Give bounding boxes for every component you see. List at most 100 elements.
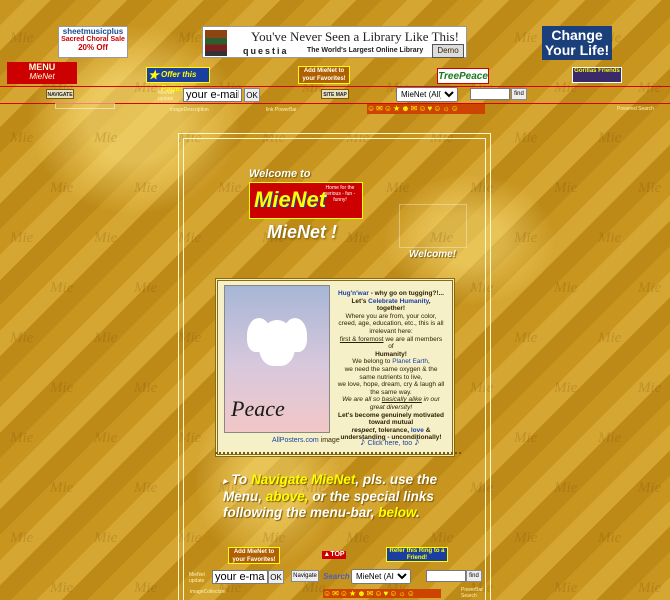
background-watermark: Mie xyxy=(554,380,578,396)
background-watermark: Mie xyxy=(50,280,74,296)
bottom-find-button[interactable]: find xyxy=(466,570,482,582)
bottom-site-select[interactable]: MieNet (All) xyxy=(351,569,411,584)
questia-ad[interactable]: You've Never Seen a Library Like This! q… xyxy=(202,26,467,58)
bottom-fine-print-powerbar[interactable]: PowerBar Search xyxy=(461,587,489,599)
add-favorites-badge[interactable]: Add MieNet to your Favorites! xyxy=(298,66,350,84)
bottom-search-input[interactable] xyxy=(426,570,466,582)
logo-text: MieNet xyxy=(254,187,327,212)
planet-earth-link[interactable]: Planet Earth xyxy=(392,358,428,365)
bottom-add-favorites-badge[interactable]: Add MieNet to your Favorites! xyxy=(228,547,280,564)
allposters-link[interactable]: AllPosters.com xyxy=(272,437,319,444)
menu-logo-button[interactable]: MENU MieNet xyxy=(7,62,77,84)
navigate-button[interactable]: NAVIGATE xyxy=(46,89,74,99)
background-watermark: Mie xyxy=(10,30,34,46)
sheetmusic-line1: Sacred Choral Sale xyxy=(61,36,125,43)
background-watermark: Mie xyxy=(94,330,118,346)
para3: we love, hope, dream, cry & laugh all th… xyxy=(337,381,445,396)
background-watermark: Mie xyxy=(50,580,74,596)
gorilla-friends-badge[interactable]: Gorillas Friends xyxy=(572,67,622,83)
toolbar-top-rule xyxy=(0,86,670,87)
treepeace-badge[interactable]: TreePeace xyxy=(437,68,489,84)
change-line2: Your Life! xyxy=(544,42,610,58)
celebrate-link[interactable]: Celebrate Humanity xyxy=(368,298,429,305)
peace-message: Hug'n'war - why go on tugging?!... Let's… xyxy=(337,290,445,442)
search-input[interactable] xyxy=(470,88,510,100)
refer-ring-badge[interactable]: Refer this Ring to a Friend! xyxy=(386,547,448,562)
bottom-email-input[interactable] xyxy=(212,570,268,584)
background-watermark: Mie xyxy=(514,430,538,446)
para1b: we are all members of xyxy=(385,335,443,351)
image-credit: AllPosters.com image xyxy=(272,437,340,444)
background-watermark: Mie xyxy=(638,480,662,496)
change-your-life-ad[interactable]: Change Your Life! xyxy=(542,26,612,60)
questia-books-icon xyxy=(205,30,227,56)
bottom-emoji-strip[interactable]: ☺✉☺★☻✉☺♥☺☼☺ xyxy=(323,589,441,598)
tolerance-text: tolerance xyxy=(378,426,408,434)
offer-page-badge[interactable]: ★ Offer this Page! xyxy=(146,67,210,93)
toolbar-thin-box xyxy=(55,103,115,109)
first-foremost-link[interactable]: first & foremost xyxy=(340,336,384,343)
welcome-right-text: Welcome! xyxy=(409,249,457,260)
find-button[interactable]: find xyxy=(511,88,527,100)
bottom-fine-print-collection[interactable]: imageCollection xyxy=(190,589,226,595)
respect-text: respect xyxy=(351,426,375,434)
background-watermark: Mie xyxy=(134,580,158,596)
treepeace-label: TreePeace xyxy=(438,71,488,82)
navigate-message: ▸ To Navigate MieNet, pls. use the Menu,… xyxy=(223,472,453,521)
card-dotted-rule xyxy=(215,452,461,454)
page-title: MieNet ! xyxy=(267,222,338,242)
top-button[interactable]: ▲TOP xyxy=(322,551,346,559)
background-watermark: Mie xyxy=(50,480,74,496)
fine-print-image-description[interactable]: imageDescription xyxy=(170,107,209,113)
logo-side-text: Home for the serious - fun - funny! xyxy=(324,185,356,203)
gorilla-label: Gorillas Friends xyxy=(574,68,620,74)
peace-dove-image[interactable]: Peace xyxy=(224,285,330,433)
navigate-pre: To xyxy=(231,472,248,487)
hug-link[interactable]: Hug'n'war xyxy=(338,290,369,297)
mienet-logo-banner[interactable]: MieNet Home for the serious - fun - funn… xyxy=(249,182,363,219)
fine-print-powered-search[interactable]: Powered Search xyxy=(617,106,654,112)
right-decor-box xyxy=(399,204,467,248)
background-watermark: Mie xyxy=(554,580,578,596)
humanity-text: Humanity! xyxy=(375,350,407,358)
love-link[interactable]: love xyxy=(411,427,424,434)
email-ok-button[interactable]: OK xyxy=(244,88,260,102)
bottom-mienet-update: MieNet update xyxy=(189,572,205,584)
navigate-link[interactable]: Navigate MieNet xyxy=(251,472,355,487)
site-select[interactable]: MieNet (All) xyxy=(396,87,458,102)
background-watermark: Mie xyxy=(638,380,662,396)
para4-pre: We are all so xyxy=(342,396,380,404)
below-link[interactable]: below xyxy=(378,505,416,520)
background-watermark: Mie xyxy=(638,80,662,96)
bottom-navigate-button[interactable]: Navigate xyxy=(291,570,319,582)
above-link[interactable]: above, xyxy=(266,489,309,504)
sitemap-button[interactable]: SITE MAP xyxy=(321,89,349,99)
basically-alike-link[interactable]: basically alike xyxy=(382,396,422,403)
background-watermark: Mie xyxy=(50,380,74,396)
background-watermark: Mie xyxy=(554,180,578,196)
background-watermark: Mie xyxy=(638,180,662,196)
click-here-link[interactable]: Click here, too xyxy=(367,440,412,447)
background-watermark: Mie xyxy=(134,180,158,196)
emoji-toolbar-strip[interactable]: ☺✉☺★☻✉☺♥☺☼☺ xyxy=(367,104,485,114)
background-watermark: Mie xyxy=(94,130,118,146)
bottom-ok-button[interactable]: OK xyxy=(268,570,284,584)
refer-label: Refer this Ring to a Friend! xyxy=(389,548,445,561)
para5: Let's become genuinely motivated toward … xyxy=(338,411,444,427)
belong-text: We belong to xyxy=(352,358,391,366)
background-watermark: Mie xyxy=(514,330,538,346)
background-watermark: Mie xyxy=(50,180,74,196)
para2: we need the same oxygen & the same nutri… xyxy=(344,365,438,381)
background-watermark: Mie xyxy=(514,530,538,546)
background-watermark: Mie xyxy=(598,430,622,446)
menu-title: MENU xyxy=(28,62,56,72)
sheetmusic-line2: 20% Off xyxy=(78,43,108,52)
questia-headline: You've Never Seen a Library Like This! xyxy=(251,29,460,44)
sheetmusic-ad[interactable]: sheetmusicplus Sacred Choral Sale 20% Of… xyxy=(58,26,128,58)
email-input[interactable] xyxy=(183,88,242,102)
background-watermark: Mie xyxy=(10,430,34,446)
click-here-row[interactable]: ♪ Click here, too ♪ xyxy=(360,436,420,448)
questia-demo-button[interactable]: Demo xyxy=(432,44,464,58)
questia-brand: questia xyxy=(243,46,289,56)
fine-print-powerbar[interactable]: link PowerBar xyxy=(266,107,297,113)
